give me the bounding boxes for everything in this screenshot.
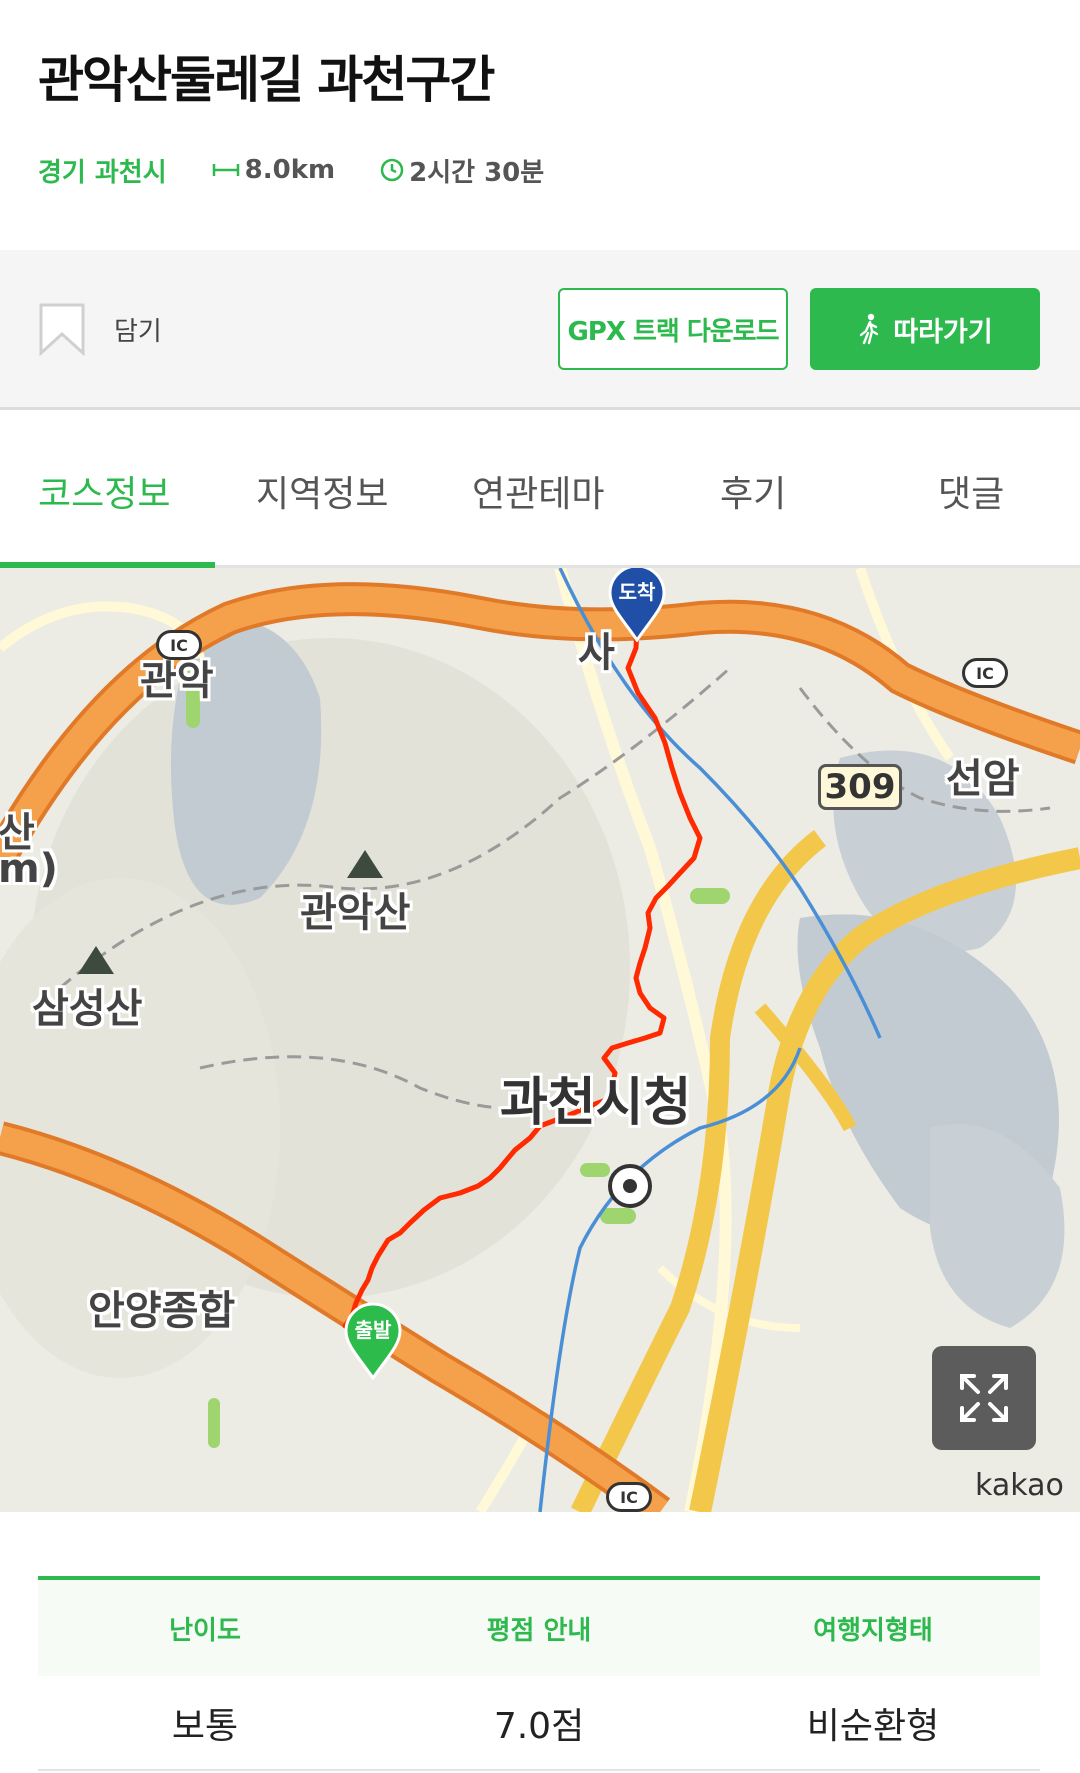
duration-value: 2시간 30분 — [409, 157, 545, 188]
distance-info: 8.0km — [211, 155, 335, 185]
action-bar: 담기 GPX 트랙 다운로드 따라가기 — [0, 250, 1080, 410]
distance-icon — [212, 164, 239, 176]
map-attribution: kakao — [975, 1468, 1064, 1503]
value-rating: 7.0점 — [493, 1705, 585, 1747]
map-label-seonam: 선암 — [946, 756, 1020, 802]
clock-icon — [380, 158, 404, 182]
tab-region-info[interactable]: 지역정보 — [256, 465, 388, 517]
page-title: 관악산둘레길 과천구간 — [38, 51, 495, 109]
mountain-icon — [347, 850, 383, 878]
map-label-samseongsan: 삼성산 — [32, 986, 143, 1032]
ic-badge: IC — [962, 658, 1008, 688]
tab-bar: 코스정보 지역정보 연관테마 후기 댓글 — [0, 413, 1080, 568]
bookmark-icon — [39, 303, 85, 356]
value-course-type: 비순환형 — [806, 1705, 940, 1747]
table-row: 보통 7.0점 비순환형 — [38, 1676, 1040, 1771]
mountain-icon — [78, 946, 114, 974]
ic-badge: IC — [156, 630, 202, 660]
follow-button[interactable]: 따라가기 — [810, 288, 1040, 370]
bookmark-label: 담기 — [114, 316, 162, 347]
tab-related-theme[interactable]: 연관테마 — [472, 465, 604, 517]
course-meta: 경기 과천시 8.0km 2시간 30분 — [38, 150, 544, 190]
map-label-gwanaksan: 관악산 — [300, 890, 411, 936]
bookmark-button[interactable]: 담기 — [38, 302, 162, 356]
course-info-table: 난이도 평점 안내 여행지형태 보통 7.0점 비순환형 — [38, 1576, 1040, 1771]
map-label-m-partial: m) — [0, 846, 58, 892]
tab-course-info[interactable]: 코스정보 — [38, 465, 170, 517]
info-table-header: 난이도 평점 안내 여행지형태 — [38, 1580, 1040, 1676]
ic-badge: IC — [606, 1482, 652, 1512]
tab-comments[interactable]: 댓글 — [938, 465, 1004, 517]
value-difficulty: 보통 — [171, 1705, 239, 1747]
gpx-download-button[interactable]: GPX 트랙 다운로드 — [558, 288, 788, 370]
route-map[interactable]: 관악 선암 관악산 삼성산 과천시청 안양종합 산 m) 사 IC IC IC … — [0, 568, 1080, 1512]
duration-info: 2시간 30분 — [379, 152, 544, 189]
follow-label: 따라가기 — [893, 316, 993, 348]
expand-icon — [960, 1374, 1008, 1422]
header-course-type: 여행지형태 — [813, 1615, 933, 1646]
region-label: 경기 과천시 — [38, 157, 167, 188]
distance-value: 8.0km — [244, 155, 336, 185]
header-difficulty: 난이도 — [169, 1615, 241, 1646]
start-pin-label: 출발 — [354, 1318, 392, 1342]
walking-person-icon — [860, 313, 879, 345]
map-label-anyang: 안양종합 — [88, 1288, 236, 1334]
fullscreen-button[interactable] — [932, 1346, 1036, 1450]
road-number-badge: 309 — [818, 764, 902, 810]
tab-reviews[interactable]: 후기 — [720, 465, 786, 517]
end-pin-label: 도착 — [618, 580, 656, 604]
header-rating: 평점 안내 — [486, 1615, 592, 1646]
end-pin[interactable]: 도착 — [608, 568, 666, 643]
map-base — [0, 568, 1080, 1512]
start-pin[interactable]: 출발 — [344, 1302, 402, 1381]
map-label-gwacheon-cityhall: 과천시청 — [500, 1073, 692, 1133]
